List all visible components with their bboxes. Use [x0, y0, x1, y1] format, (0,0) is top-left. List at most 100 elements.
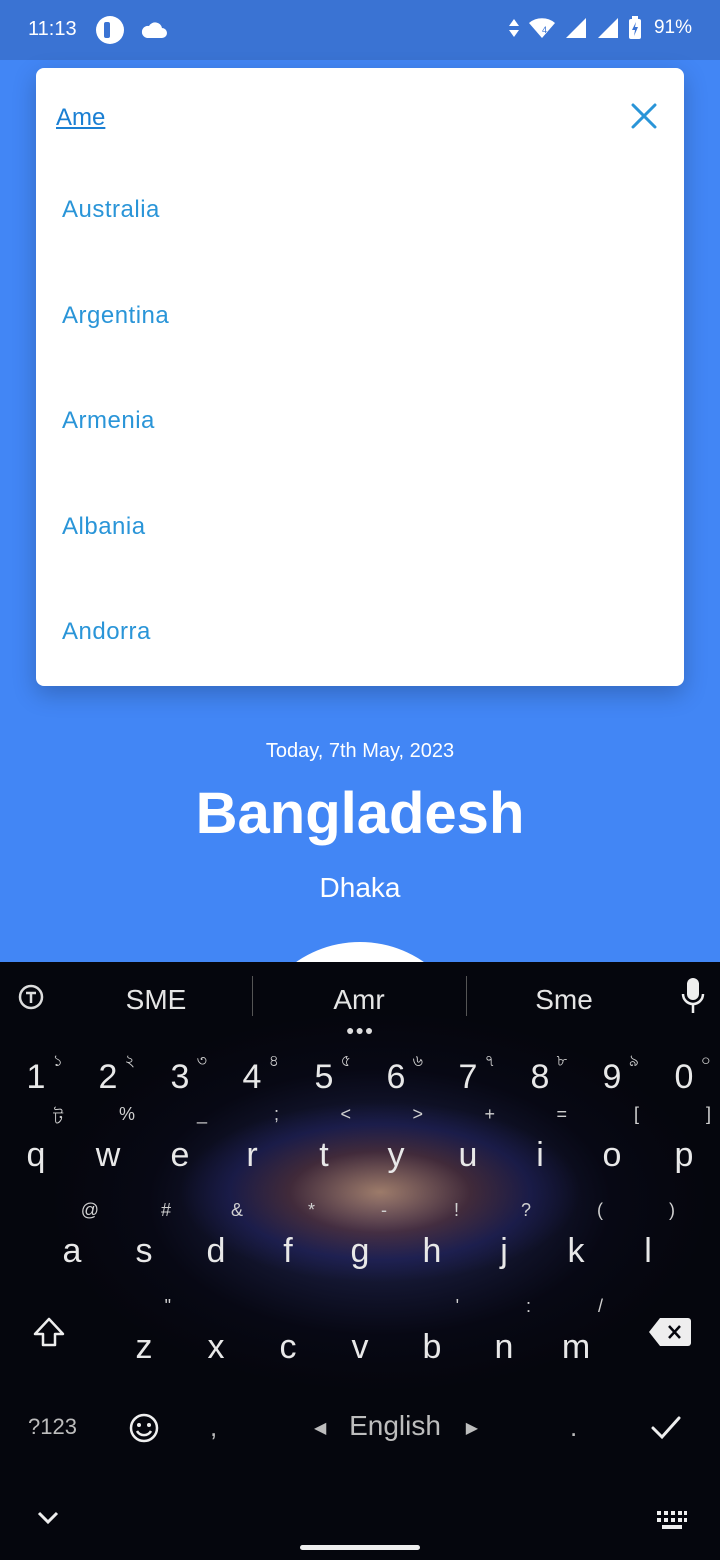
key-a[interactable]: @ a — [39, 1190, 105, 1278]
key-secondary-label: / — [597, 1296, 603, 1316]
key-main-label: v — [351, 1328, 369, 1366]
country-option[interactable]: Albania — [36, 473, 684, 579]
key-main-label: b — [422, 1328, 442, 1366]
key-main-label: 7 — [458, 1058, 478, 1096]
city-label: Dhaka — [319, 872, 401, 903]
shift-key-icon[interactable] — [32, 1316, 66, 1348]
microphone-icon[interactable] — [680, 976, 706, 1016]
key-secondary-label: % — [118, 1104, 135, 1124]
key-main-label: 8 — [530, 1058, 550, 1096]
language-right-icon: ▶ — [465, 1420, 478, 1437]
key-main-label: h — [422, 1232, 442, 1270]
language-label: English — [349, 1410, 441, 1441]
key-c[interactable]: c — [255, 1286, 321, 1374]
key-secondary-label: - — [381, 1200, 387, 1220]
key-main-label: l — [644, 1232, 652, 1270]
status-time: 11:13 — [28, 18, 77, 40]
key-w[interactable]: % w — [75, 1094, 141, 1182]
key-m[interactable]: / m — [543, 1286, 609, 1374]
country-title: Bangladesh — [195, 781, 525, 846]
suggestion-strip: SME Amr ●●● Sme — [0, 962, 720, 1038]
keyboard: SME Amr ●●● Sme ১1২2৩3৪4৫5৬6৭7৮8৯9০0 ট q%… — [0, 962, 720, 1560]
key-main-label: u — [458, 1136, 478, 1174]
key-l[interactable]: ) l — [615, 1190, 681, 1278]
key-secondary-label: ? — [520, 1200, 531, 1220]
home-gesture-bar[interactable] — [300, 1545, 420, 1550]
country-search-dropdown: Ame Australia Argentina Armenia Albania … — [36, 68, 684, 686]
key-secondary-label: ' — [455, 1296, 459, 1316]
key-main-label: s — [135, 1232, 153, 1270]
keyboard-switch-icon[interactable] — [656, 1510, 688, 1532]
key-h[interactable]: ! h — [399, 1190, 465, 1278]
data-arrows-icon — [508, 19, 519, 37]
key-main-label: t — [319, 1136, 329, 1174]
hide-keyboard-chevron-icon[interactable] — [36, 1510, 60, 1526]
key-main-label: w — [95, 1136, 121, 1174]
key-main-label: d — [206, 1232, 226, 1270]
key-g[interactable]: -g — [327, 1190, 393, 1278]
symbols-key[interactable]: ?123 — [28, 1414, 77, 1440]
key-x[interactable]: x — [183, 1286, 249, 1374]
key-secondary-label: : — [525, 1296, 531, 1316]
backspace-key-icon[interactable] — [648, 1316, 692, 1348]
key-f[interactable]: * f — [255, 1190, 321, 1278]
key-u[interactable]: + u — [435, 1094, 501, 1182]
key-secondary-label: & — [230, 1200, 243, 1220]
spacebar[interactable]: ◀ English ▶ — [300, 1410, 490, 1450]
key-p[interactable]: ] p — [651, 1094, 717, 1182]
key-i[interactable]: = i — [507, 1094, 573, 1182]
key-main-label: r — [246, 1136, 258, 1174]
key-main-label: e — [170, 1136, 190, 1174]
country-option[interactable]: Armenia — [36, 367, 684, 473]
key-t[interactable]: < t — [291, 1094, 357, 1182]
key-secondary-label: _ — [196, 1104, 207, 1124]
suggestion-2[interactable]: Amr — [259, 984, 459, 1016]
key-q[interactable]: টq — [3, 1094, 69, 1182]
key-secondary-label: ) — [669, 1200, 675, 1220]
key-j[interactable]: ? j — [471, 1190, 537, 1278]
search-input[interactable]: Ame — [56, 104, 105, 132]
country-option[interactable]: Andorra — [36, 578, 684, 684]
key-b[interactable]: ' b — [399, 1286, 465, 1374]
key-secondary-label: > — [412, 1104, 423, 1124]
emoji-key-icon[interactable] — [128, 1412, 160, 1444]
country-option[interactable]: Australia — [36, 156, 684, 262]
key-secondary-label: + — [484, 1104, 495, 1124]
key-main-label: 4 — [242, 1058, 262, 1096]
key-v[interactable]: v — [327, 1286, 393, 1374]
key-d[interactable]: & d — [183, 1190, 249, 1278]
enter-check-icon[interactable] — [650, 1414, 682, 1442]
key-secondary-label: ট — [53, 1108, 63, 1128]
close-icon[interactable] — [628, 100, 660, 132]
key-main-label: 6 — [386, 1058, 406, 1096]
key-main-label: a — [62, 1232, 82, 1270]
date-label: Today, 7th May, 2023 — [265, 740, 455, 762]
suggestion-1[interactable]: SME — [56, 984, 256, 1016]
key-r[interactable]: ; r — [219, 1094, 285, 1182]
svg-text:4: 4 — [542, 25, 547, 35]
key-secondary-label: * — [307, 1200, 315, 1220]
key-main-label: i — [536, 1136, 544, 1174]
key-main-label: x — [207, 1328, 225, 1366]
key-k[interactable]: (k — [543, 1190, 609, 1278]
key-secondary-label: ] — [705, 1104, 711, 1124]
key-z[interactable]: " z — [111, 1286, 177, 1374]
clipboard-icon[interactable] — [16, 982, 46, 1012]
key-main-label: k — [567, 1232, 585, 1270]
key-e[interactable]: _ e — [147, 1094, 213, 1182]
comma-key[interactable]: , — [210, 1412, 217, 1443]
key-o[interactable]: [o — [579, 1094, 645, 1182]
country-option[interactable]: Argentina — [36, 262, 684, 368]
battery-icon — [628, 16, 641, 39]
suggestion-3[interactable]: Sme — [464, 984, 664, 1016]
key-main-label: g — [350, 1232, 370, 1270]
key-main-label: 3 — [170, 1058, 190, 1096]
period-key[interactable]: . — [570, 1412, 577, 1443]
key-s[interactable]: # s — [111, 1190, 177, 1278]
key-main-label: 9 — [602, 1058, 622, 1096]
key-main-label: 0 — [674, 1058, 694, 1096]
key-n[interactable]: :n — [471, 1286, 537, 1374]
more-suggestions-icon[interactable]: ●●● — [346, 1022, 374, 1038]
suggestion-divider — [252, 976, 253, 1016]
key-y[interactable]: > y — [363, 1094, 429, 1182]
